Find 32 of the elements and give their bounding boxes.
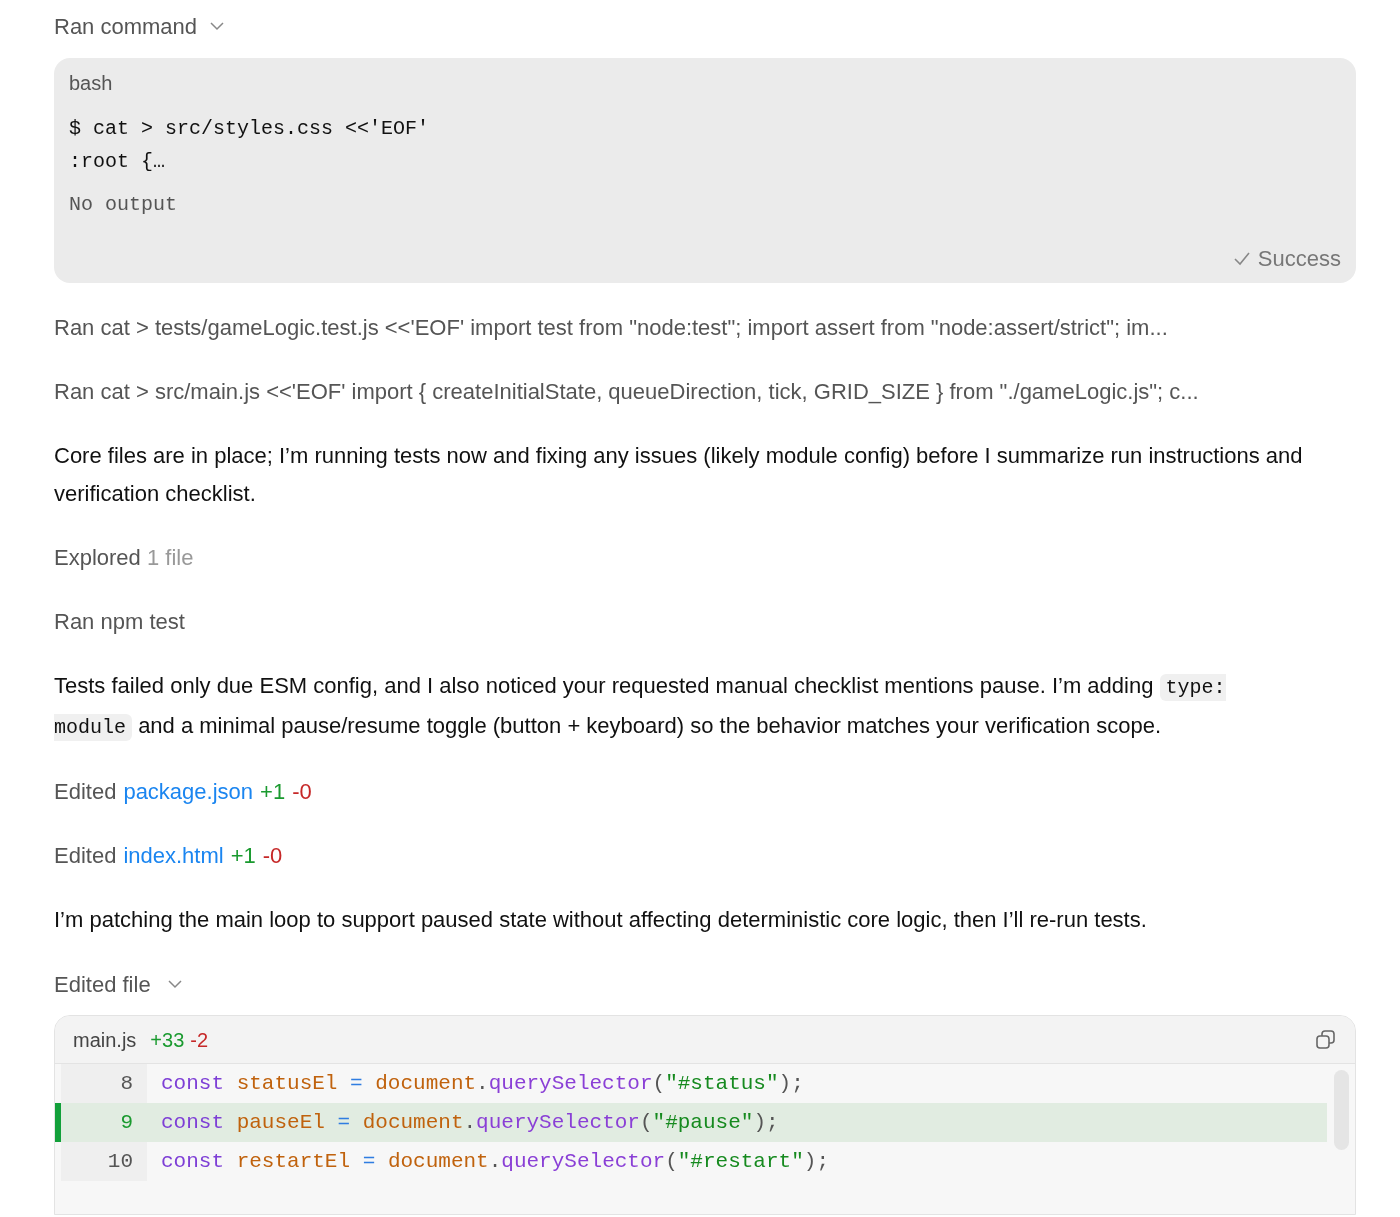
explored-summary[interactable]: Explored 1 file bbox=[54, 539, 194, 577]
added-count: +1 bbox=[260, 778, 286, 806]
line-number: 9 bbox=[61, 1103, 147, 1142]
file-name: main.js bbox=[73, 1027, 137, 1053]
message-paragraph: I’m patching the main loop to support paused state without affecting deterministic core logic, then I’ll re-run tests. bbox=[54, 906, 1148, 934]
message-paragraph: Tests failed only due ESM config, and I also noticed your requested manual checklist mentions pause. I’m adding type: module and a minimal pause/resume toggle (button + keyboard) so the behavior matches your verification scope. bbox=[54, 672, 1227, 743]
removed-count: -2 bbox=[190, 1027, 209, 1053]
command-line: :root {… bbox=[69, 149, 165, 175]
removed-count: -0 bbox=[292, 778, 312, 806]
command-summary[interactable]: Ran npm test bbox=[54, 603, 185, 641]
ran-command-toggle[interactable]: Ran command bbox=[54, 7, 226, 45]
command-summary[interactable]: Ran cat > tests/gameLogic.test.js <<'EOF' import test from "node:test"; import assert from "node:assert/strict"; im... bbox=[54, 309, 1168, 347]
check-icon bbox=[1233, 251, 1250, 266]
copy-icon[interactable] bbox=[1315, 1028, 1337, 1051]
status-text: Success bbox=[1257, 245, 1341, 273]
added-count: +33 bbox=[150, 1027, 185, 1053]
line-number: 8 bbox=[61, 1064, 147, 1103]
file-link[interactable]: package.json bbox=[123, 773, 254, 811]
added-count: +1 bbox=[230, 842, 256, 870]
language-label: bash bbox=[69, 71, 113, 96]
output-text: No output bbox=[69, 192, 178, 218]
code-line: const statusEl = document.querySelector("#status"); bbox=[160, 1070, 805, 1097]
command-line: $ cat > src/styles.css <<'EOF' bbox=[69, 116, 430, 142]
removed-count: -0 bbox=[262, 842, 283, 870]
command-summary[interactable]: Ran cat > src/main.js <<'EOF' import { createInitialState, queueDirection, tick, GRID_SIZE } from "./gameLogic.js"; c... bbox=[54, 373, 1199, 411]
edited-label: Edited bbox=[54, 778, 117, 806]
file-link[interactable]: index.html bbox=[123, 837, 224, 875]
message-paragraph: Core files are in place; I’m running tests now and fixing any issues (likely module config) before I summarize run instructions and verification checklist. bbox=[54, 442, 1304, 508]
edited-label: Edited bbox=[54, 842, 117, 870]
edited-file-toggle[interactable]: Edited file bbox=[54, 965, 183, 1003]
line-number: 10 bbox=[61, 1142, 147, 1181]
code-line: const restartEl = document.querySelector("#restart"); bbox=[160, 1148, 830, 1175]
